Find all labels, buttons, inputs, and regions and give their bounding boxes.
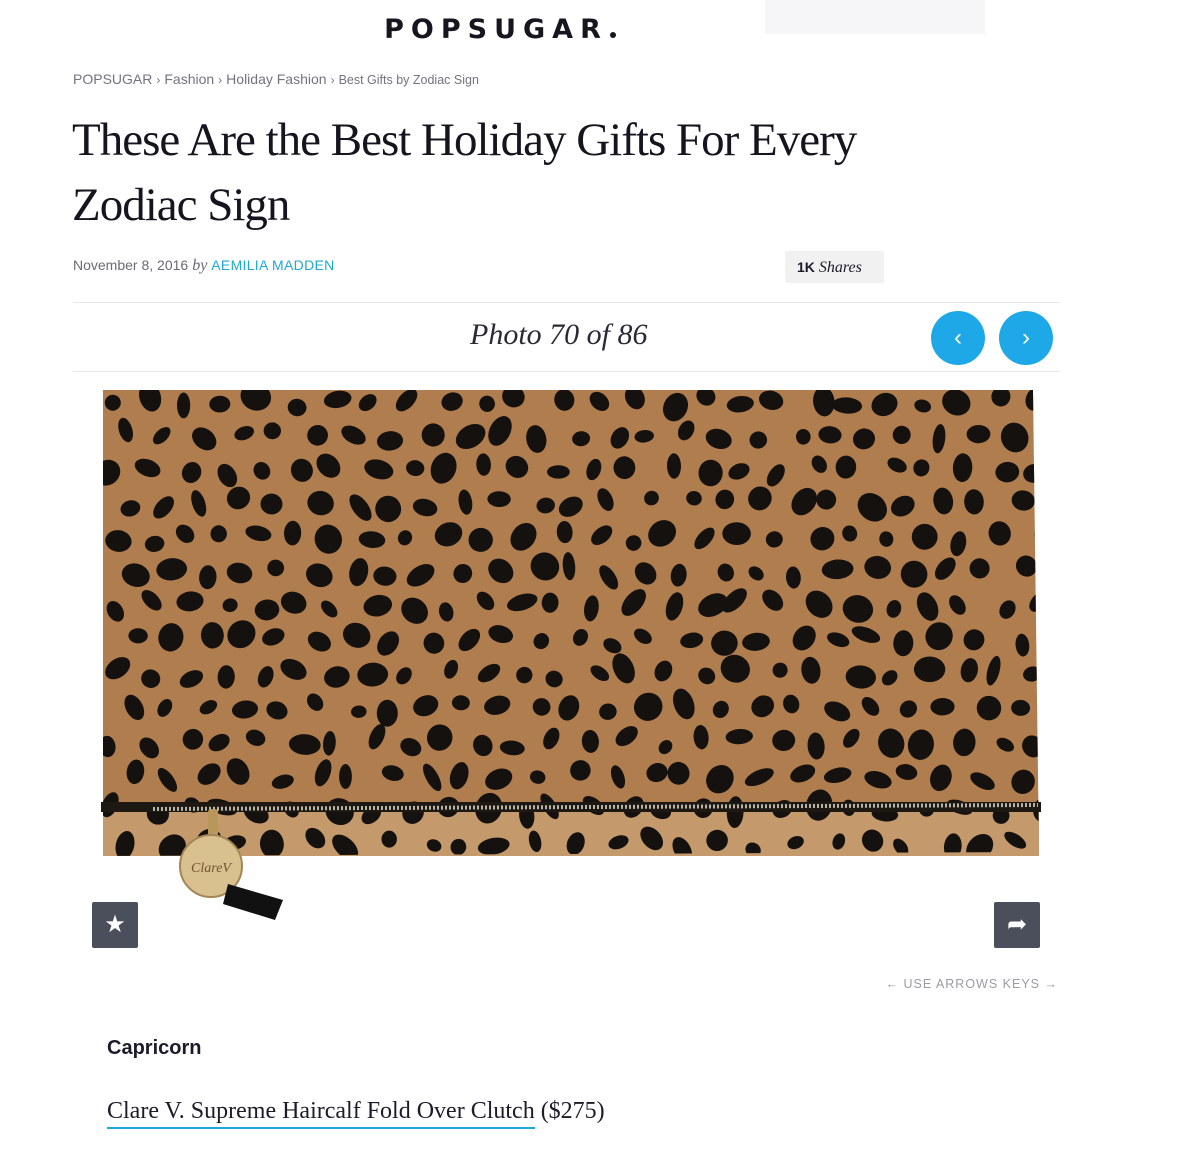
- leopard-spot: [339, 764, 352, 789]
- leopard-spot: [1046, 831, 1060, 858]
- product-price: ($275): [540, 1098, 605, 1124]
- publish-date: November 8, 2016: [73, 257, 189, 273]
- share-count: 1K: [797, 259, 815, 275]
- prev-photo-button[interactable]: ‹: [931, 311, 985, 365]
- brand-tag-text: ClareV: [191, 861, 232, 876]
- breadcrumb-link-holiday-fashion[interactable]: Holiday Fashion: [226, 71, 326, 87]
- leopard-spot: [1051, 428, 1060, 452]
- leopard-spot: [1045, 489, 1060, 520]
- breadcrumb-link-popsugar[interactable]: POPSUGAR: [73, 71, 152, 87]
- breadcrumb-separator: ›: [330, 73, 335, 87]
- share-label: Shares: [818, 259, 862, 276]
- leopard-spot: [1040, 695, 1060, 722]
- author-link[interactable]: AEMILIA MADDEN: [211, 257, 334, 273]
- leopard-spot: [376, 699, 398, 727]
- breadcrumb-current: Best Gifts by Zodiac Sign: [338, 73, 479, 87]
- share-button[interactable]: ➦: [994, 902, 1040, 948]
- arrow-keys-hint: ← USE ARROWS KEYS →: [885, 977, 1058, 991]
- byline-by: by: [192, 257, 208, 274]
- leopard-spot: [913, 656, 946, 683]
- zodiac-sign-heading: Capricorn: [107, 1037, 202, 1059]
- leopard-spot: [1045, 630, 1060, 662]
- leopard-spot: [381, 830, 397, 848]
- breadcrumb: POPSUGAR › Fashion › Holiday Fashion › Best Gi…: [73, 71, 479, 87]
- breadcrumb-separator: ›: [218, 73, 223, 87]
- site-logo[interactable]: POPSUGAR: [0, 14, 1000, 45]
- next-photo-button[interactable]: ›: [999, 311, 1053, 365]
- gallery-photo: ClareV ★ ➦: [73, 372, 1060, 967]
- leopard-spot: [176, 392, 191, 419]
- divider-top: [73, 302, 1060, 303]
- chevron-left-icon: ‹: [954, 324, 962, 351]
- star-icon: ★: [104, 911, 126, 938]
- product-link[interactable]: Clare V. Supreme Haircalf Fold Over Clut…: [107, 1098, 535, 1129]
- article-meta: November 8, 2016 by AEMILIA MADDEN: [73, 257, 335, 275]
- chevron-right-icon: ›: [1022, 324, 1030, 351]
- leopard-spot: [547, 465, 570, 479]
- breadcrumb-link-fashion[interactable]: Fashion: [164, 71, 214, 87]
- leopard-spot: [1034, 525, 1039, 543]
- article-title: These Are the Best Holiday Gifts For Eve…: [72, 114, 857, 231]
- leopard-spot: [1038, 560, 1039, 583]
- share-arrow-icon: ➦: [1006, 911, 1028, 938]
- product-caption: Clare V. Supreme Haircalf Fold Over Clut…: [107, 1098, 605, 1129]
- leopard-spot: [1049, 760, 1060, 792]
- favorite-button[interactable]: ★: [92, 902, 138, 948]
- photo-counter: Photo 70 of 86: [470, 318, 648, 351]
- breadcrumb-separator: ›: [156, 73, 161, 87]
- leopard-clutch-image: ClareV: [101, 390, 1060, 920]
- share-count-badge[interactable]: 1K Shares: [785, 251, 884, 283]
